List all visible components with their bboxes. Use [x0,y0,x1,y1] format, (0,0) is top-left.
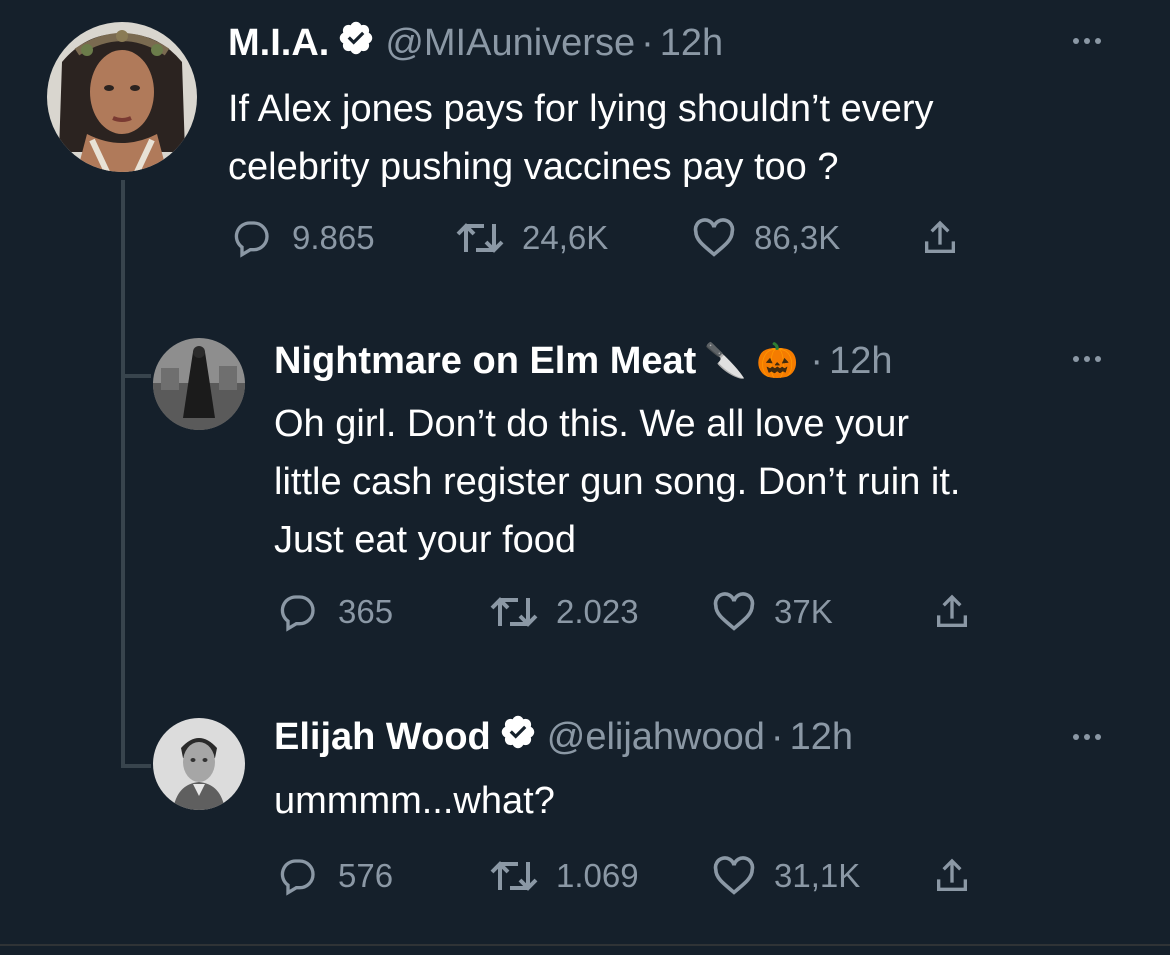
divider [0,944,1170,946]
avatar[interactable] [153,338,245,430]
thread-line-vertical [121,180,125,768]
retweet-icon [488,856,540,896]
tweet-header: M.I.A. @MIAuniverse · 12h [228,20,723,66]
more-icon[interactable] [1073,356,1101,362]
share-button[interactable] [930,856,974,896]
like-count: 31,1K [774,857,861,894]
verified-badge-icon [337,19,375,67]
handle[interactable]: @MIAuniverse [385,22,635,65]
tweet-text-line: little cash register gun song. Don’t rui… [274,461,961,503]
display-name[interactable]: M.I.A. [228,22,329,65]
verified-badge-icon [499,713,537,761]
tweet-text-line: celebrity pushing vaccines pay too ? [228,146,839,188]
reply-count: 365 [338,593,394,630]
like-button[interactable]: 86,3K [690,218,840,258]
retweet-icon [454,218,506,258]
reply-count: 9.865 [292,219,375,256]
share-icon [930,856,974,896]
thread-line-branch-1 [121,374,151,378]
tweet-actions: 365 2.023 37K [274,592,994,632]
retweet-count: 2.023 [556,593,639,630]
timestamp[interactable]: 12h [790,716,853,759]
more-icon[interactable] [1073,38,1101,44]
tweet-text-line: If Alex jones pays for lying shouldn’t e… [228,88,934,130]
timestamp[interactable]: 12h [829,340,892,383]
reply-icon [274,592,322,632]
share-button[interactable] [930,592,974,632]
tweet-header: Elijah Wood @elijahwood · 12h [274,714,853,760]
tweet-text-line: ummmm...what? [274,780,555,822]
like-icon [690,218,738,258]
tweet-text-line: Just eat your food [274,519,577,561]
like-button[interactable]: 37K [710,592,833,632]
handle[interactable]: @elijahwood [547,716,765,759]
retweet-icon [488,592,540,632]
retweet-button[interactable]: 24,6K [454,218,608,258]
display-name[interactable]: Nightmare on Elm Meat [274,340,696,383]
share-button[interactable] [918,218,962,258]
thread-line-branch-2 [121,764,151,768]
separator-dot: · [770,715,784,758]
like-icon [710,592,758,632]
reply-button[interactable]: 365 [274,592,393,632]
avatar[interactable] [47,22,197,172]
reply-button[interactable]: 9.865 [228,218,375,258]
retweet-button[interactable]: 1.069 [488,856,639,896]
display-name[interactable]: Elijah Wood [274,716,491,759]
retweet-count: 1.069 [556,857,639,894]
reply-button[interactable]: 576 [274,856,393,896]
separator-dot: · [810,339,824,382]
reply-icon [274,856,322,896]
reply-icon [228,218,276,258]
display-name-emoji: 🔪 🎃 [704,342,799,380]
like-count: 86,3K [754,219,841,256]
tweet-actions: 9.865 24,6K 86,3K [228,218,988,258]
tweet-thread: M.I.A. @MIAuniverse · 12h If Alex jones … [0,0,1170,955]
separator-dot: · [641,21,654,64]
tweet-text: Oh girl. Don’t do this. We all love your… [274,395,960,569]
reply-count: 576 [338,857,394,894]
tweet-header: Nightmare on Elm Meat 🔪 🎃 · 12h [274,338,892,384]
retweet-count: 24,6K [522,219,609,256]
retweet-button[interactable]: 2.023 [488,592,639,632]
tweet-text-line: Oh girl. Don’t do this. We all love your [274,403,910,445]
like-count: 37K [774,593,833,630]
like-button[interactable]: 31,1K [710,856,860,896]
timestamp[interactable]: 12h [660,22,723,65]
tweet-text: If Alex jones pays for lying shouldn’t e… [228,80,934,196]
share-icon [918,218,962,258]
more-icon[interactable] [1073,734,1101,740]
avatar[interactable] [153,718,245,810]
tweet-text: ummmm...what? [274,772,555,830]
share-icon [930,592,974,632]
tweet-actions: 576 1.069 31,1K [274,856,994,896]
like-icon [710,856,758,896]
